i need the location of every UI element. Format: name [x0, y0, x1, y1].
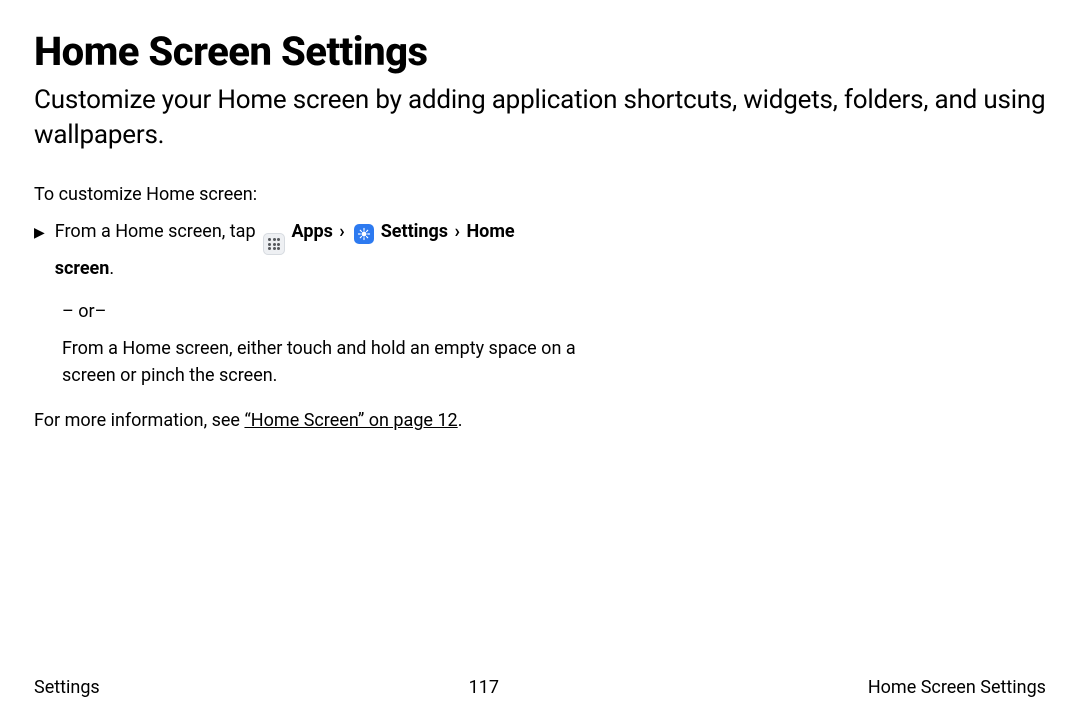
page-subtitle: Customize your Home screen by adding app… [34, 83, 1046, 153]
settings-gear-icon [354, 224, 374, 244]
footer-topic-label: Home Screen Settings [868, 677, 1046, 698]
step-prefix: From a Home screen, tap [55, 221, 256, 242]
page-footer: Settings 117 Home Screen Settings [34, 677, 1046, 698]
manual-page: Home Screen Settings Customize your Home… [0, 0, 1080, 720]
step-marker-icon: ▶ [34, 218, 45, 244]
chevron-right-icon: › [337, 221, 346, 242]
footer-page-number: 117 [469, 677, 499, 698]
more-info: For more information, see “Home Screen” … [34, 407, 1046, 434]
alternate-step: From a Home screen, either touch and hol… [34, 335, 582, 389]
or-divider: – or– [34, 288, 1046, 335]
step-block: ▶ From a Home screen, tap Apps › [34, 218, 554, 282]
home-screen-page-link[interactable]: “Home Screen” on page 12 [244, 410, 457, 431]
apps-label: Apps [292, 221, 333, 242]
footer-section-label: Settings [34, 677, 100, 698]
page-title: Home Screen Settings [34, 28, 1046, 75]
period: . [109, 258, 114, 279]
chevron-right-icon: › [453, 221, 462, 242]
intro-line: To customize Home screen: [34, 181, 1046, 208]
more-info-prefix: For more information, see [34, 410, 244, 431]
body: To customize Home screen: ▶ From a Home … [34, 181, 1046, 434]
apps-icon [263, 233, 285, 255]
settings-label: Settings [381, 221, 448, 242]
more-info-suffix: . [458, 410, 463, 431]
step-content: From a Home screen, tap Apps › [55, 218, 554, 282]
